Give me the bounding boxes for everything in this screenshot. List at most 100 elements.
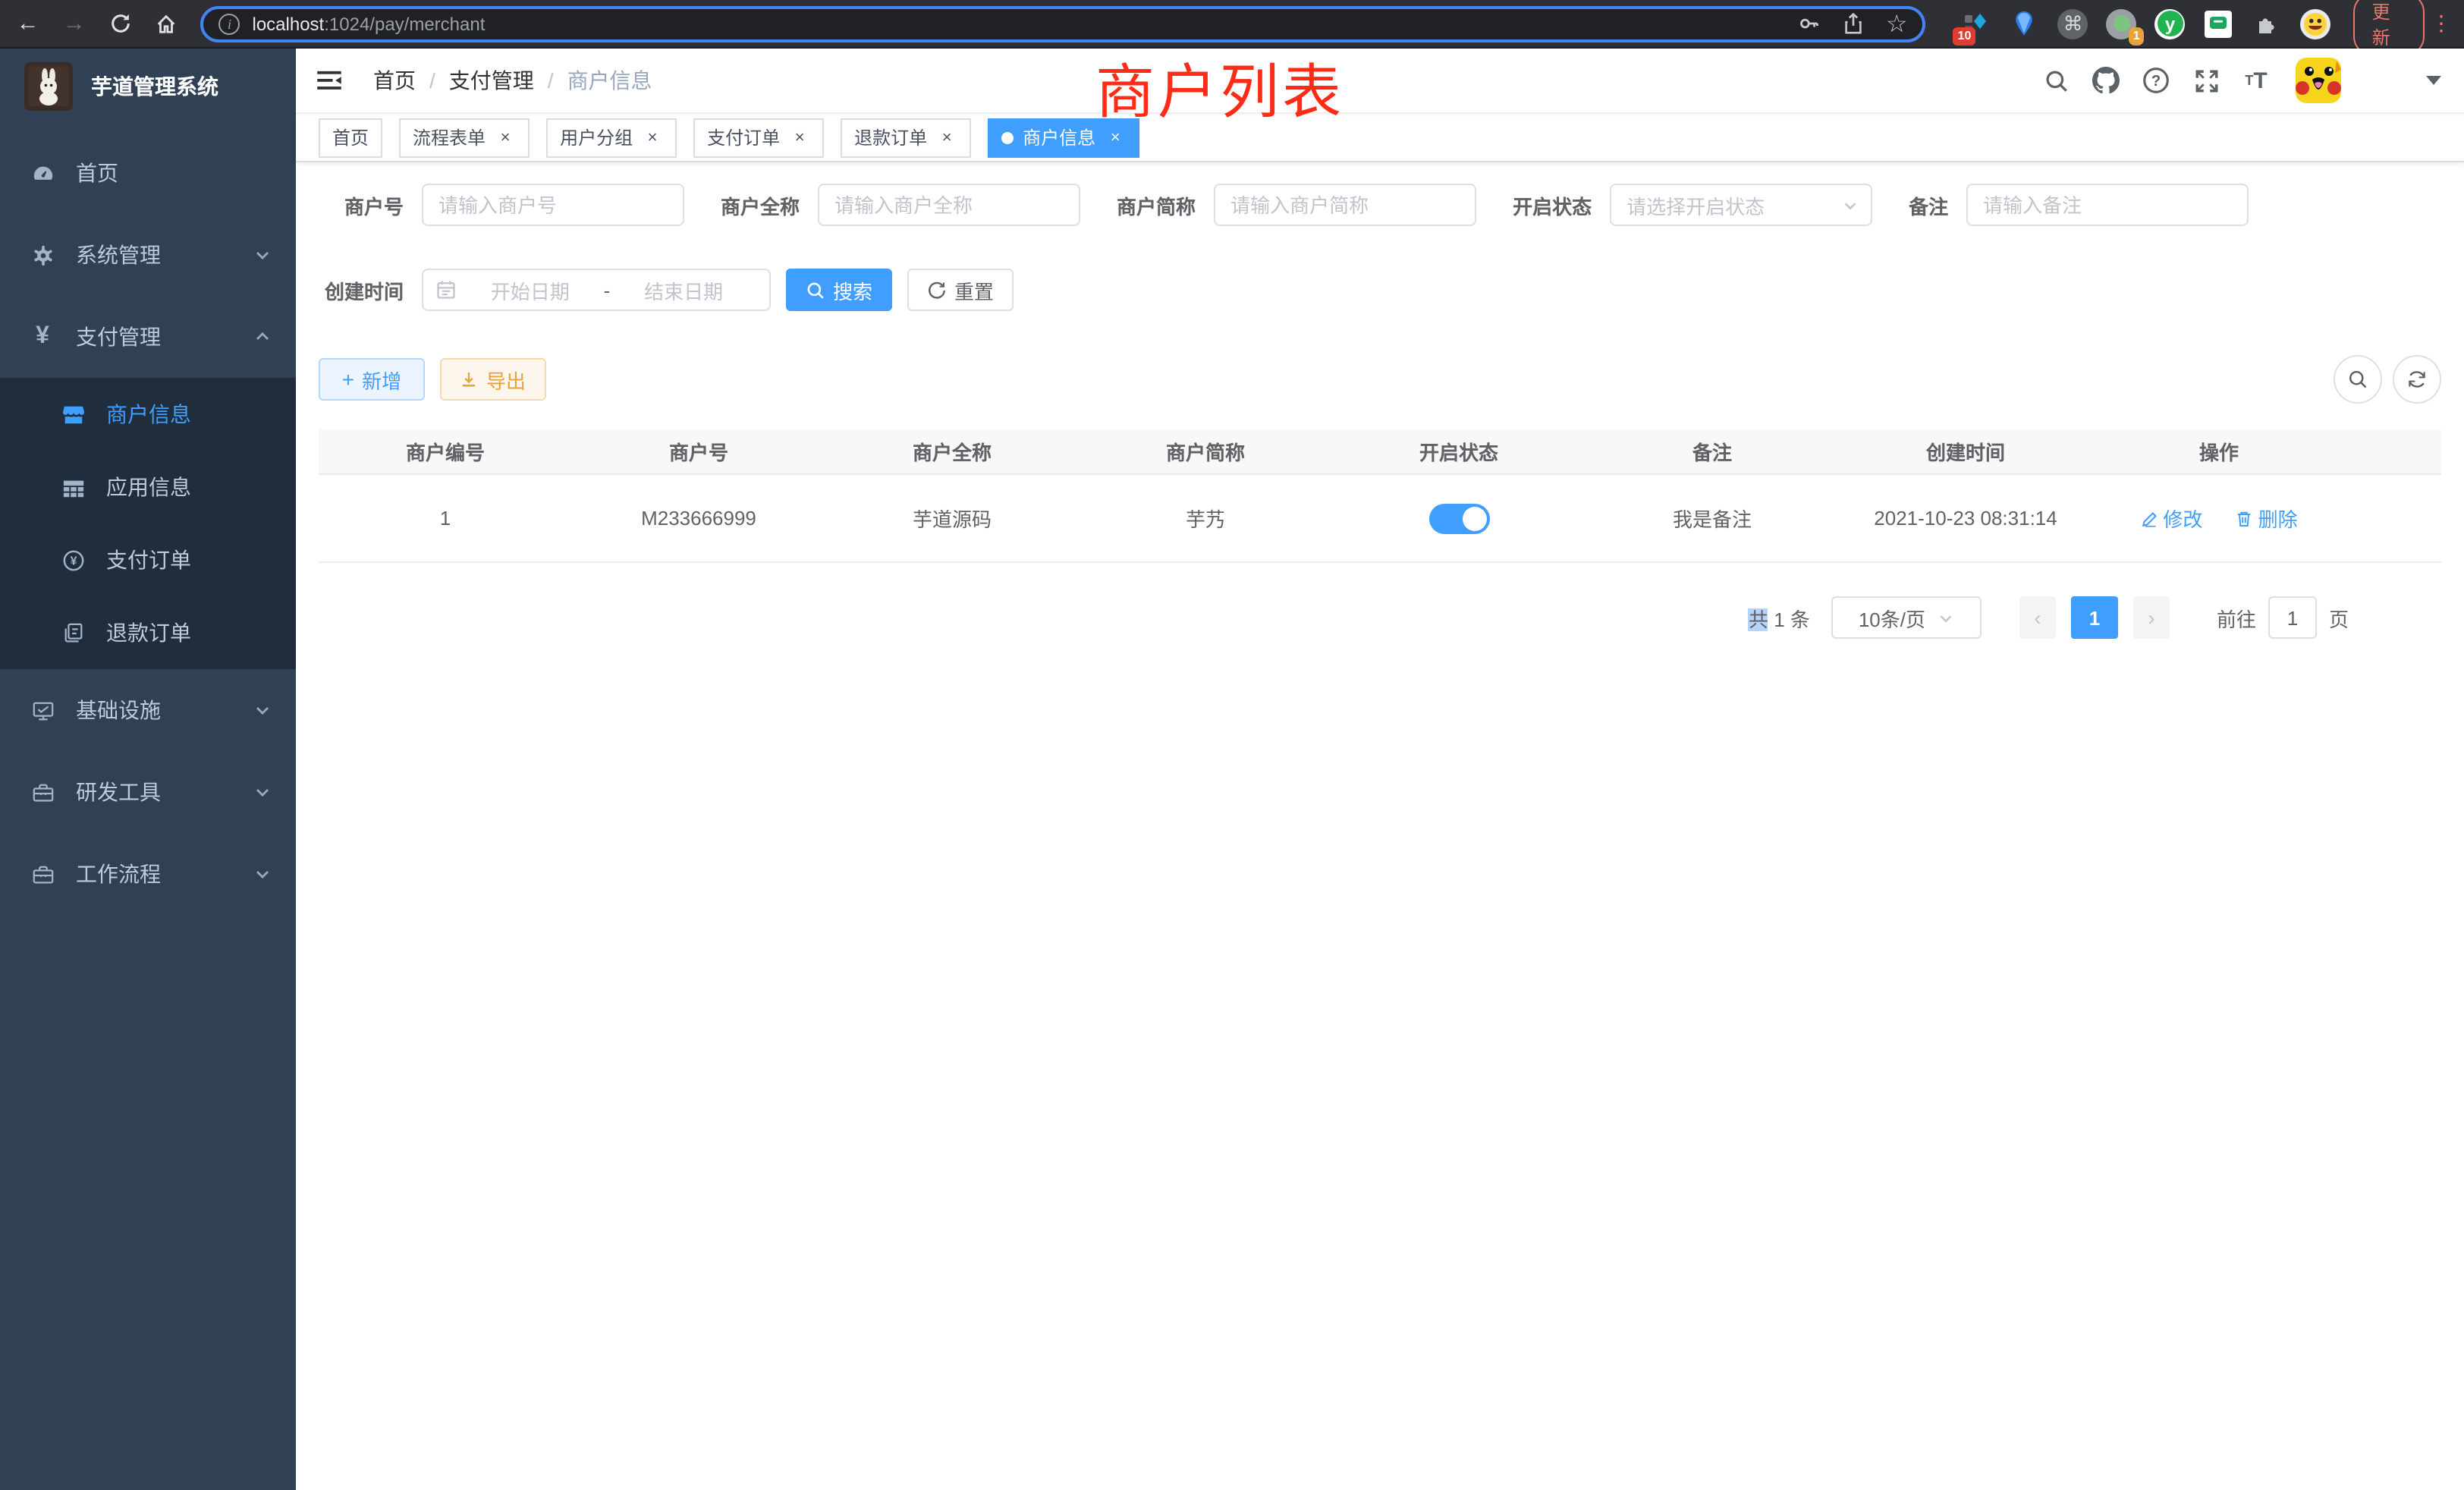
table-row: 1 M233666999 芋道源码 芋艿 我是备注 2021-10-23 08:… [319, 475, 2441, 563]
column-header: 商户号 [572, 437, 825, 466]
end-date-placeholder: 结束日期 [610, 275, 757, 304]
close-icon[interactable]: × [936, 127, 957, 148]
delete-link[interactable]: 删除 [2236, 504, 2298, 533]
status-toggle[interactable] [1428, 503, 1489, 533]
url-text[interactable]: localhost:1024/pay/merchant [253, 13, 486, 34]
field-label: 商户全称 [721, 190, 818, 219]
column-header: 商户编号 [319, 437, 572, 466]
breadcrumb-separator: / [429, 68, 435, 93]
prev-page-button[interactable]: ‹ [2019, 596, 2056, 639]
status-select[interactable]: 请选择开启状态 [1610, 184, 1872, 226]
browser-back-icon[interactable]: ← [9, 4, 46, 43]
sidebar-item-label: 支付管理 [76, 322, 253, 352]
extensions-puzzle-icon[interactable] [2251, 7, 2284, 40]
next-page-button[interactable]: › [2133, 596, 2170, 639]
main-area: 首页 / 支付管理 / 商户信息 ? [296, 49, 2464, 1490]
sidebar-item-pay[interactable]: ¥ 支付管理 [0, 296, 296, 378]
browser-reload-icon[interactable] [102, 4, 139, 43]
refresh-button[interactable] [2393, 355, 2441, 404]
bookmark-star-icon[interactable]: ☆ [1886, 8, 1908, 39]
sidebar-item-label: 支付订单 [106, 545, 272, 575]
tab-user-group[interactable]: 用户分组× [546, 118, 677, 157]
extension-grid-icon[interactable]: 10 [1960, 7, 1993, 40]
sidebar-item-system[interactable]: 系统管理 [0, 214, 296, 296]
fullscreen-icon[interactable] [2188, 62, 2224, 99]
sidebar-item-infra[interactable]: 基础设施 [0, 669, 296, 751]
field-label: 备注 [1909, 190, 1966, 219]
breadcrumb-current: 商户信息 [567, 65, 652, 96]
tab-home[interactable]: 首页 [319, 118, 382, 157]
page-size-select[interactable]: 10条/页 [1831, 596, 1982, 639]
close-icon[interactable]: × [789, 127, 810, 148]
field-label: 商户简称 [1117, 190, 1214, 219]
breadcrumb-pay[interactable]: 支付管理 [449, 65, 534, 96]
breadcrumb-home[interactable]: 首页 [373, 65, 416, 96]
merchant-no-input[interactable] [422, 184, 684, 226]
share-icon[interactable] [1842, 12, 1865, 35]
browser-update-button[interactable]: 更新 [2354, 0, 2425, 55]
sidebar-fold-icon[interactable] [316, 65, 346, 96]
chevron-down-icon [253, 865, 272, 883]
sidebar-item-merchant-info[interactable]: 商户信息 [0, 378, 296, 451]
extension-pin-icon[interactable] [2008, 7, 2041, 40]
table-header-row: 商户编号 商户号 商户全称 商户简称 开启状态 备注 创建时间 操作 [319, 429, 2441, 475]
extension-recorder-icon[interactable]: 1 [2105, 7, 2139, 40]
extension-y-icon[interactable]: y [2154, 7, 2187, 40]
close-icon[interactable]: × [642, 127, 663, 148]
cell-remark: 我是备注 [1586, 504, 1839, 533]
browser-home-icon[interactable] [148, 4, 185, 43]
add-button[interactable]: + 新增 [319, 358, 425, 401]
cell-merchant-no: M233666999 [572, 507, 825, 530]
help-icon[interactable]: ? [2138, 62, 2174, 99]
field-label: 开启状态 [1513, 190, 1610, 219]
site-info-icon[interactable]: i [219, 13, 240, 34]
password-key-icon[interactable] [1798, 12, 1821, 35]
app-window: 芋道管理系统 首页 系统管理 ¥ 支付管理 [0, 49, 2464, 1490]
toggle-search-button[interactable] [2334, 355, 2382, 404]
browser-forward-icon[interactable]: → [55, 4, 93, 43]
sidebar: 芋道管理系统 首页 系统管理 ¥ 支付管理 [0, 49, 296, 1490]
user-avatar[interactable] [2296, 58, 2341, 103]
sidebar-item-dev-tools[interactable]: 研发工具 [0, 751, 296, 833]
tab-refund-order[interactable]: 退款订单× [841, 118, 971, 157]
font-size-icon[interactable]: TT [2238, 62, 2274, 99]
github-icon[interactable] [2088, 62, 2124, 99]
page-number-button[interactable]: 1 [2071, 596, 2118, 639]
top-navbar: 首页 / 支付管理 / 商户信息 ? [296, 49, 2464, 114]
goto-page: 前往 页 [2217, 596, 2349, 639]
browser-menu-icon[interactable]: ⋮ [2431, 11, 2452, 36]
sidebar-item-home[interactable]: 首页 [0, 132, 296, 214]
extension-slides-icon[interactable] [2202, 7, 2236, 40]
reset-button[interactable]: 重置 [907, 269, 1014, 311]
extension-command-icon[interactable]: ⌘ [2057, 7, 2090, 40]
tab-process-form[interactable]: 流程表单× [399, 118, 530, 157]
address-bar[interactable]: i localhost:1024/pay/merchant ☆ [201, 5, 1926, 42]
briefcase-icon [30, 862, 55, 886]
sidebar-item-workflow[interactable]: 工作流程 [0, 833, 296, 915]
short-name-input[interactable] [1214, 184, 1476, 226]
tags-view-bar: 首页 流程表单× 用户分组× 支付订单× 退款订单× 商户信息× [296, 114, 2464, 162]
tab-pay-order[interactable]: 支付订单× [693, 118, 824, 157]
date-separator: - [604, 278, 611, 301]
edit-link[interactable]: 修改 [2140, 504, 2202, 533]
chevron-down-icon [1842, 196, 1859, 213]
sidebar-item-refund-order[interactable]: 退款订单 [0, 596, 296, 669]
export-button[interactable]: 导出 [440, 358, 546, 401]
avatar-caret-down-icon[interactable] [2426, 76, 2441, 85]
browser-toolbar: ← → i localhost:1024/pay/merchant ☆ 10 [0, 0, 2464, 49]
total-count: 共 1 条 [1749, 603, 1810, 632]
sidebar-item-app-info[interactable]: 应用信息 [0, 451, 296, 523]
table-grid-icon [61, 475, 85, 499]
header-search-icon[interactable] [2038, 62, 2074, 99]
calendar-icon [435, 279, 457, 300]
profile-avatar-icon[interactable] [2299, 7, 2333, 40]
search-button[interactable]: 搜索 [786, 269, 892, 311]
sidebar-item-pay-order[interactable]: ¥ 支付订单 [0, 523, 296, 596]
date-range-picker[interactable]: 开始日期 - 结束日期 [422, 269, 771, 311]
remark-input[interactable] [1966, 184, 2249, 226]
full-name-input[interactable] [818, 184, 1080, 226]
close-icon[interactable]: × [495, 127, 516, 148]
goto-page-input[interactable] [2268, 596, 2317, 639]
filter-merchant-no: 商户号 [319, 184, 684, 226]
app-logo-row[interactable]: 芋道管理系统 [0, 49, 296, 124]
